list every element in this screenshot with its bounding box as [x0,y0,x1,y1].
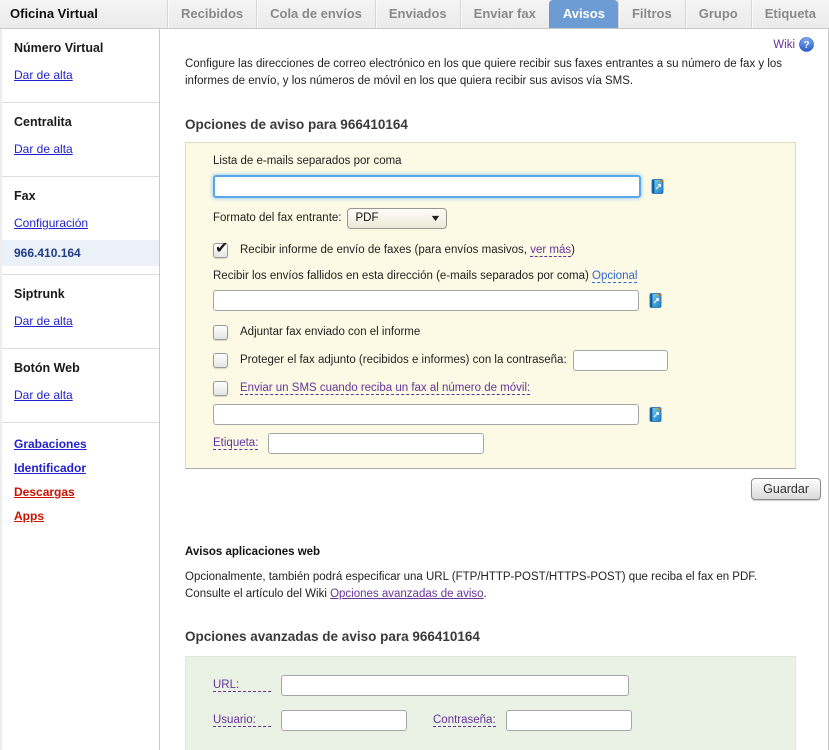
contrasena-label-link[interactable]: Contraseña: [433,714,496,727]
sidebar-link-apps[interactable]: Apps [14,509,147,523]
protect-fax-checkbox[interactable] [213,353,228,368]
format-label: Formato del fax entrante: [213,212,341,224]
webapps-heading: Avisos aplicaciones web [185,546,828,558]
svg-text:?: ? [803,40,809,51]
wiki-label[interactable]: Wiki [773,39,795,51]
sidebar-link-dar-de-alta-siptrunk[interactable]: Dar de alta [14,314,147,328]
email-list-input[interactable] [213,175,641,198]
attach-fax-checkbox[interactable] [213,325,228,340]
intro-text: Configure las direcciones de correo elec… [185,56,798,91]
etiqueta-label-link[interactable]: Etiqueta: [213,437,258,450]
report-label: Recibir informe de envío de faxes (para … [240,244,575,256]
sidebar-footer-links: Grabaciones Identificador Descargas Apps [2,423,159,547]
sms-checkbox[interactable] [213,381,228,396]
main-content: Wiki ? Configure las direcciones de corr… [160,29,829,750]
format-select[interactable]: PDF ▼ [347,208,447,229]
failed-sends-input[interactable] [213,290,639,311]
usuario-input[interactable] [281,710,407,731]
sidebar-section-boton-web: Botón Web Dar de alta [2,349,159,423]
sidebar-link-dar-de-alta-boton-web[interactable]: Dar de alta [14,388,147,402]
contrasena-input[interactable] [506,710,632,731]
advanced-options-panel: URL: Usuario: Contraseña: [185,656,796,750]
tab-etiqueta[interactable]: Etiqueta [751,0,829,28]
opciones-avanzadas-link[interactable]: Opciones avanzadas de aviso [330,588,483,600]
tab-enviar-fax[interactable]: Enviar fax [460,0,549,28]
etiqueta-input[interactable] [268,433,484,454]
sidebar: Número Virtual Dar de alta Centralita Da… [0,29,160,750]
tab-filtros[interactable]: Filtros [618,0,685,28]
attach-fax-label: Adjuntar fax enviado con el informe [240,326,420,338]
save-button[interactable]: Guardar [751,478,821,500]
sms-number-input[interactable] [213,404,639,425]
report-checkbox[interactable] [213,243,228,258]
sidebar-section-siptrunk: Siptrunk Dar de alta [2,275,159,349]
sidebar-section-numero-virtual: Número Virtual Dar de alta [2,29,159,103]
url-label-link[interactable]: URL: [213,679,271,692]
tab-avisos[interactable]: Avisos [549,0,618,28]
section-title: Centralita [14,115,147,129]
ver-mas-link[interactable]: ver más [530,244,571,257]
oficina-virtual-window: Oficina Virtual Recibidos Cola de envíos… [0,0,829,750]
tab-cola-de-envios[interactable]: Cola de envíos [256,0,375,28]
sidebar-section-fax: Fax Configuración 966.410.164 [2,177,159,275]
wiki-link[interactable]: Wiki ? [773,37,814,52]
address-book-icon[interactable] [648,407,663,422]
sidebar-link-grabaciones[interactable]: Grabaciones [14,437,147,451]
app-title: Oficina Virtual [0,0,167,28]
section-title: Botón Web [14,361,147,375]
section-title: Siptrunk [14,287,147,301]
email-list-label: Lista de e-mails separados por coma [213,155,795,167]
advanced-options-heading: Opciones avanzadas de aviso para 9664101… [185,629,828,644]
top-bar: Oficina Virtual Recibidos Cola de envíos… [0,0,829,29]
tab-recibidos[interactable]: Recibidos [167,0,256,28]
tab-grupo[interactable]: Grupo [685,0,751,28]
protect-fax-label: Proteger el fax adjunto (recibidos e inf… [240,354,567,366]
address-book-icon[interactable] [648,293,663,308]
protect-password-input[interactable] [573,350,668,371]
notice-options-panel: Lista de e-mails separados por coma [185,142,796,469]
sidebar-item-fax-number-selected[interactable]: 966.410.164 [2,240,159,266]
webapps-text: Opcionalmente, también podrá especificar… [185,569,798,604]
sidebar-link-dar-de-alta-centralita[interactable]: Dar de alta [14,142,147,156]
sms-label-link[interactable]: Enviar un SMS cuando reciba un fax al nú… [240,382,530,395]
section-title: Número Virtual [14,41,147,55]
help-icon[interactable]: ? [799,37,814,52]
opcional-link[interactable]: Opcional [592,270,637,283]
sidebar-link-descargas[interactable]: Descargas [14,485,147,499]
notice-options-heading: Opciones de aviso para 966410164 [185,117,828,132]
tab-enviados[interactable]: Enviados [375,0,460,28]
usuario-label-link[interactable]: Usuario: [213,714,271,727]
sidebar-link-configuracion[interactable]: Configuración [14,216,147,230]
address-book-icon[interactable] [650,179,665,194]
url-input[interactable] [281,675,629,696]
section-title: Fax [14,189,147,203]
chevron-down-icon: ▼ [429,213,441,223]
sidebar-link-dar-de-alta-numero[interactable]: Dar de alta [14,68,147,82]
sidebar-link-identificador[interactable]: Identificador [14,461,147,475]
sidebar-section-centralita: Centralita Dar de alta [2,103,159,177]
tab-bar: Recibidos Cola de envíos Enviados Enviar… [167,0,829,28]
format-selected-value: PDF [355,212,378,224]
failed-sends-label: Recibir los envíos fallidos en esta dire… [213,270,795,282]
